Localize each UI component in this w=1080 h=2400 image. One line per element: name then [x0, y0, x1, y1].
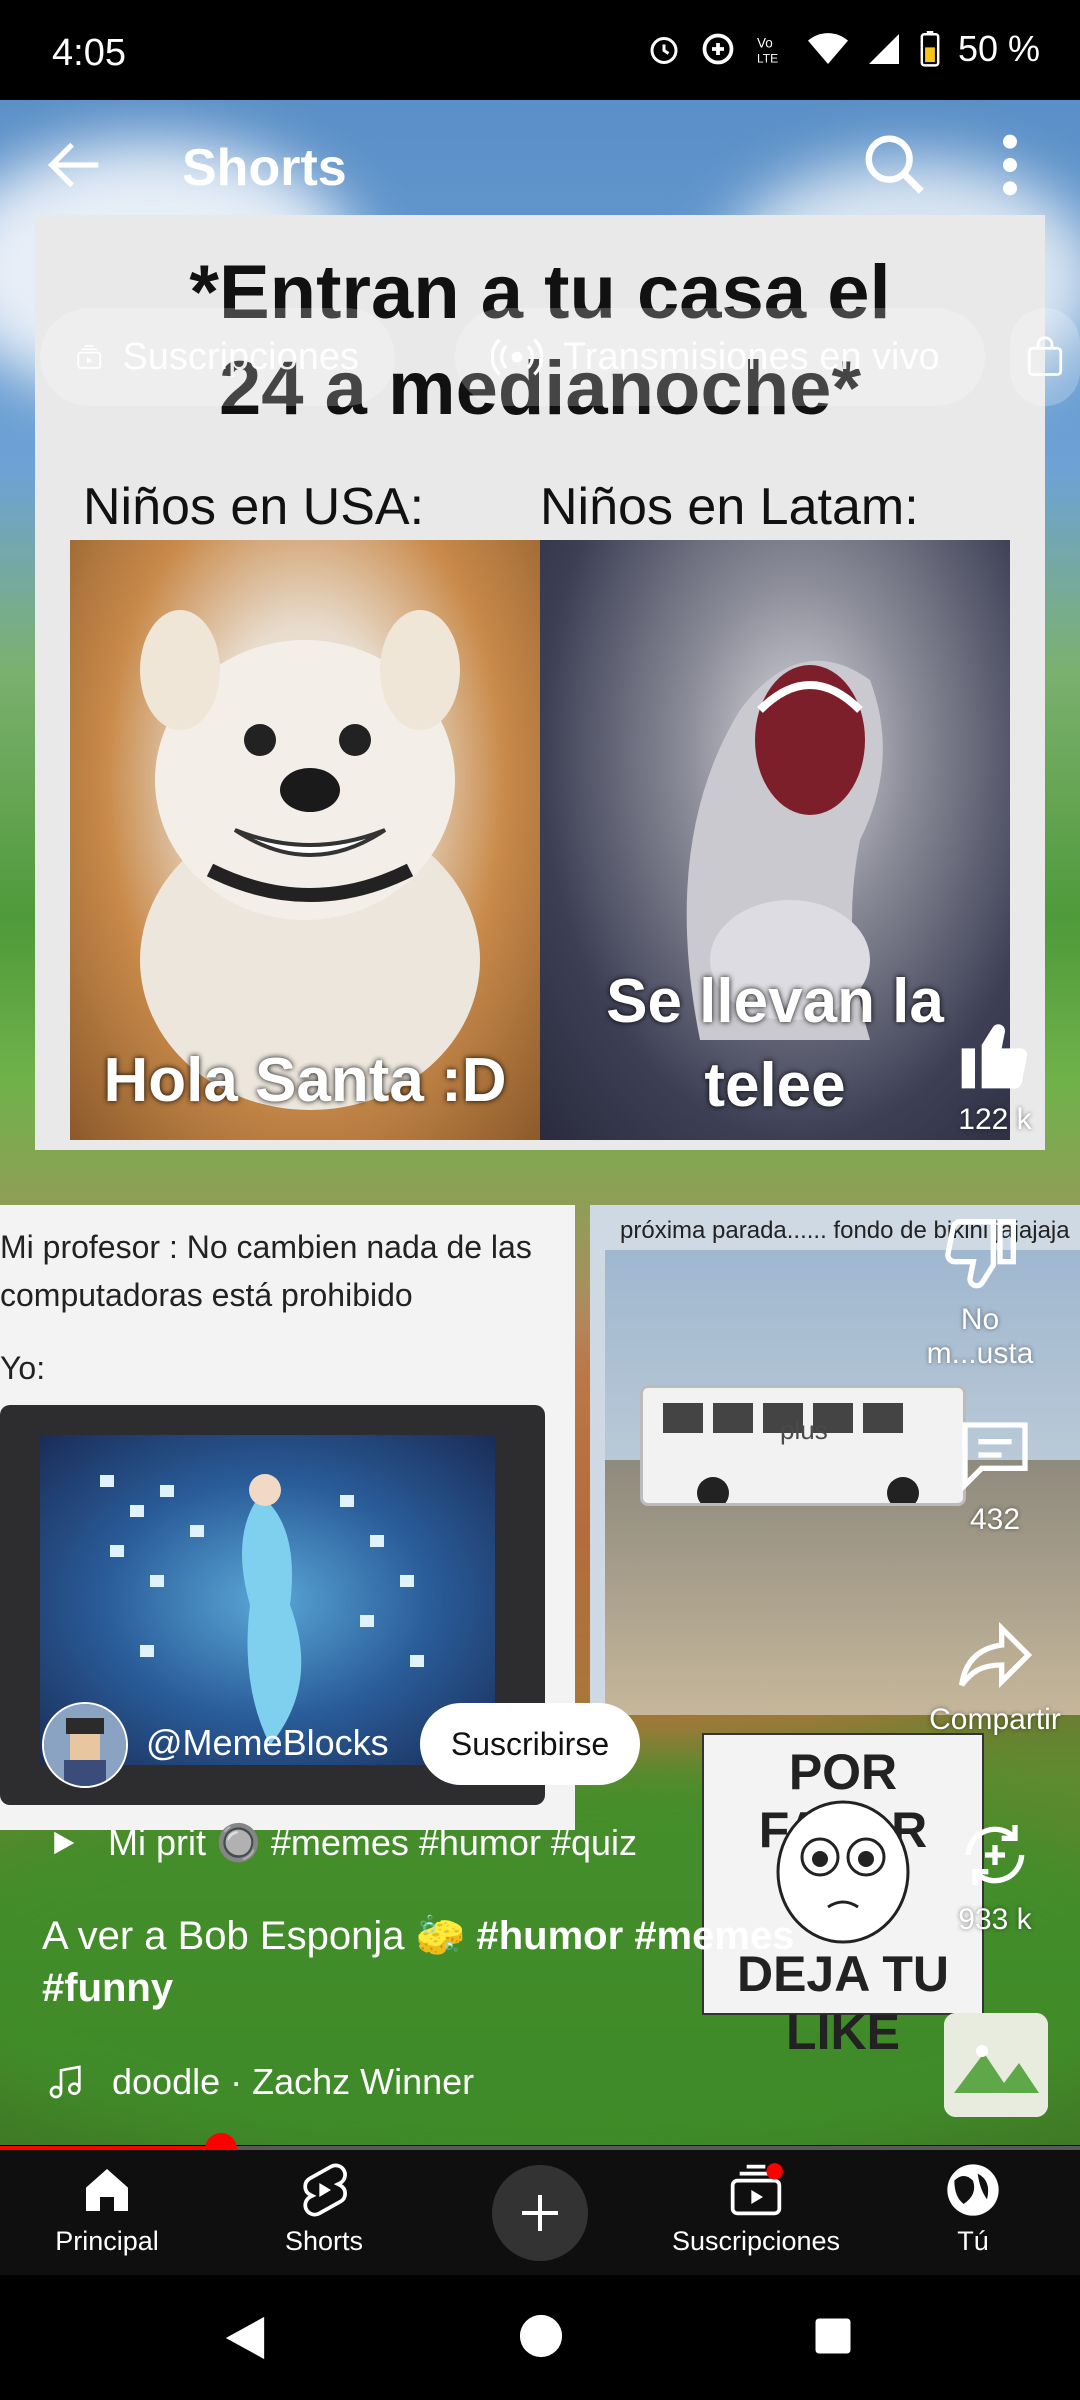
- share-button[interactable]: Compartir: [920, 1615, 1070, 1737]
- like-count: 122 k: [958, 1103, 1032, 1136]
- hashtag[interactable]: #funny: [42, 1966, 173, 2010]
- create-button[interactable]: [492, 2165, 588, 2261]
- chip-subscriptions-label: Suscripciones: [122, 335, 359, 378]
- remix-icon: [965, 1825, 1025, 1885]
- page-title: Shorts: [182, 139, 347, 197]
- battery-percent: 50 %: [957, 28, 1040, 69]
- shorts-icon: [303, 2163, 347, 2217]
- home-icon: [86, 2169, 128, 2211]
- chip-more[interactable]: [1010, 308, 1080, 406]
- nav-shorts-label: Shorts: [284, 2226, 364, 2256]
- meme-prof-text: Mi profesor : No cambien nada de las com…: [0, 1229, 532, 1313]
- meme-prof-yo: Yo:: [0, 1350, 46, 1386]
- music-info[interactable]: doodle · Zachz Winner: [46, 2060, 474, 2104]
- share-label: Compartir: [929, 1703, 1061, 1736]
- dislike-button[interactable]: No m...usta: [910, 1215, 1050, 1371]
- chip-live-label: Transmisiones en vivo: [563, 335, 940, 378]
- channel-avatar[interactable]: [42, 1702, 128, 1788]
- nav-home[interactable]: Principal: [17, 2162, 197, 2257]
- shopping-bag-icon: [1027, 336, 1063, 376]
- comment-icon: [962, 1422, 1028, 1492]
- live-broadcast-icon: [491, 338, 543, 376]
- play-icon: [54, 1831, 75, 1855]
- plus-icon: [522, 2195, 558, 2231]
- hashtag[interactable]: #humor: [477, 1914, 624, 1958]
- svg-text:Vo: Vo: [757, 36, 773, 51]
- more-options-icon[interactable]: [985, 130, 1035, 200]
- system-navigation: [0, 2275, 1080, 2400]
- nav-you-label: Tú: [957, 2226, 989, 2256]
- alarm-icon: [650, 37, 678, 64]
- data-saver-icon: [702, 33, 734, 65]
- battery-icon: [920, 31, 940, 67]
- thumbs-up-icon: [961, 1024, 1028, 1089]
- share-icon: [959, 1621, 1033, 1689]
- status-icons: Vo LTE 50 %: [646, 28, 1040, 70]
- status-time: 4:05: [52, 32, 126, 74]
- search-icon[interactable]: [860, 130, 930, 200]
- nav-subscriptions[interactable]: Suscripciones: [666, 2162, 846, 2257]
- like-button[interactable]: 122 k: [940, 1015, 1050, 1137]
- meme-right-label: Niños en Latam:: [540, 478, 919, 536]
- system-recents-icon[interactable]: [812, 2315, 854, 2357]
- status-bar: 4:05 Vo LTE 50 %: [0, 0, 1080, 100]
- back-arrow-icon[interactable]: [40, 130, 110, 200]
- comments-count: 432: [969, 1503, 1021, 1536]
- chip-live[interactable]: Transmisiones en vivo: [455, 308, 985, 406]
- volte-icon: VoLTE: [757, 36, 778, 66]
- remix-button[interactable]: 933 k: [940, 1815, 1050, 1937]
- sound-thumbnail[interactable]: [944, 2013, 1048, 2117]
- remix-count: 933 k: [958, 1903, 1032, 1936]
- system-home-icon[interactable]: [518, 2313, 564, 2359]
- nav-home-label: Principal: [55, 2226, 159, 2256]
- meme-left-caption: Hola Santa :D: [103, 1046, 507, 1115]
- system-back-icon[interactable]: [222, 2313, 268, 2363]
- chip-subscriptions[interactable]: Suscripciones: [40, 308, 395, 406]
- channel-handle[interactable]: @MemeBlocks: [146, 1722, 389, 1764]
- playlist-link[interactable]: Mi prit 🔘 #memes #humor #quiz: [48, 1822, 637, 1864]
- wifi-icon: [807, 33, 848, 64]
- video-description[interactable]: A ver a Bob Esponja 🧽 #humor #memes #funn…: [42, 1910, 892, 2014]
- subscriptions-nav-icon: [730, 2163, 783, 2216]
- nav-you[interactable]: Tú: [883, 2162, 1063, 2257]
- music-note-icon: [49, 2065, 81, 2099]
- playlist-text: Mi prit 🔘 #memes #humor #quiz: [108, 1822, 637, 1863]
- description-text: A ver a Bob Esponja 🧽: [42, 1914, 477, 1958]
- subscribe-button[interactable]: Suscribirse: [420, 1703, 640, 1785]
- profile-avatar-icon: [947, 2164, 999, 2216]
- svg-text:LTE: LTE: [757, 52, 778, 66]
- subscriptions-icon: [77, 345, 102, 369]
- dislike-label: No m...usta: [926, 1303, 1034, 1370]
- dog-picture: Hola Santa :D: [70, 540, 540, 1140]
- comments-button[interactable]: 432: [940, 1415, 1050, 1537]
- nav-shorts[interactable]: Shorts: [234, 2162, 414, 2257]
- thumbs-down-icon: [945, 1219, 1016, 1289]
- music-text: doodle · Zachz Winner: [112, 2061, 475, 2102]
- nav-subscriptions-label: Suscripciones: [671, 2226, 841, 2256]
- hashtag[interactable]: #memes: [634, 1914, 794, 1958]
- signal-icon: [868, 34, 899, 64]
- bus-brand-text: plus: [780, 1415, 828, 1445]
- meme-left-label: Niños en USA:: [83, 478, 425, 536]
